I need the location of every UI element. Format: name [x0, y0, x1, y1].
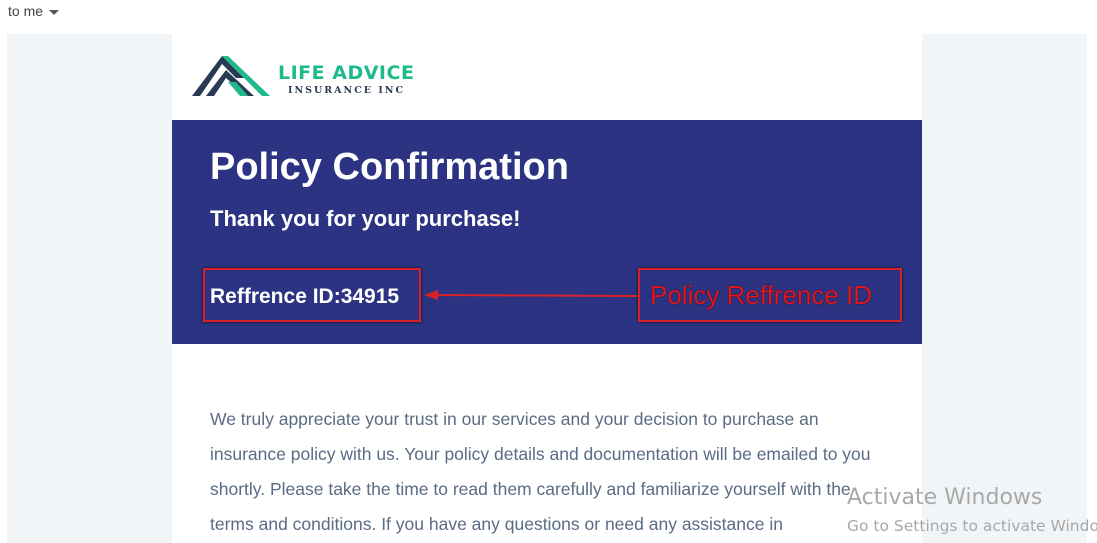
email-content-card: LIFE ADVICE INSURANCE INC Policy Confirm… — [172, 34, 922, 543]
annotation-label: Policy Reffrence ID — [650, 280, 873, 310]
logo-name: LIFE ADVICE — [278, 62, 415, 84]
message-line: We truly appreciate your trust in our se… — [210, 409, 819, 429]
chevron-down-icon — [49, 9, 60, 15]
message-line: shortly. Please take the time to read th… — [210, 479, 851, 499]
arrow-left-icon — [424, 290, 639, 300]
reference-id: Reffrence ID:34915 — [210, 285, 400, 308]
message-line: insurance policy with us. Your policy de… — [210, 444, 871, 464]
banner-subtitle: Thank you for your purchase! — [210, 206, 521, 231]
company-logo: LIFE ADVICE INSURANCE INC — [192, 52, 414, 98]
message-line: terms and conditions. If you have any qu… — [210, 514, 783, 534]
page-title: Policy Confirmation — [210, 146, 569, 188]
recipient-label: to me — [8, 3, 44, 19]
logo-subtitle: INSURANCE INC — [288, 85, 406, 96]
watermark-subtitle: Go to Settings to activate Windows. — [847, 517, 1097, 535]
recipient-dropdown[interactable]: to me — [8, 3, 60, 19]
confirmation-banner: Policy Confirmation Thank you for your p… — [172, 120, 922, 344]
mountain-logo-icon — [192, 56, 270, 96]
watermark-title: Activate Windows — [847, 485, 1043, 510]
email-message: We truly appreciate your trust in our se… — [210, 402, 890, 542]
activate-windows-watermark: Activate Windows Go to Settings to activ… — [847, 484, 1097, 536]
